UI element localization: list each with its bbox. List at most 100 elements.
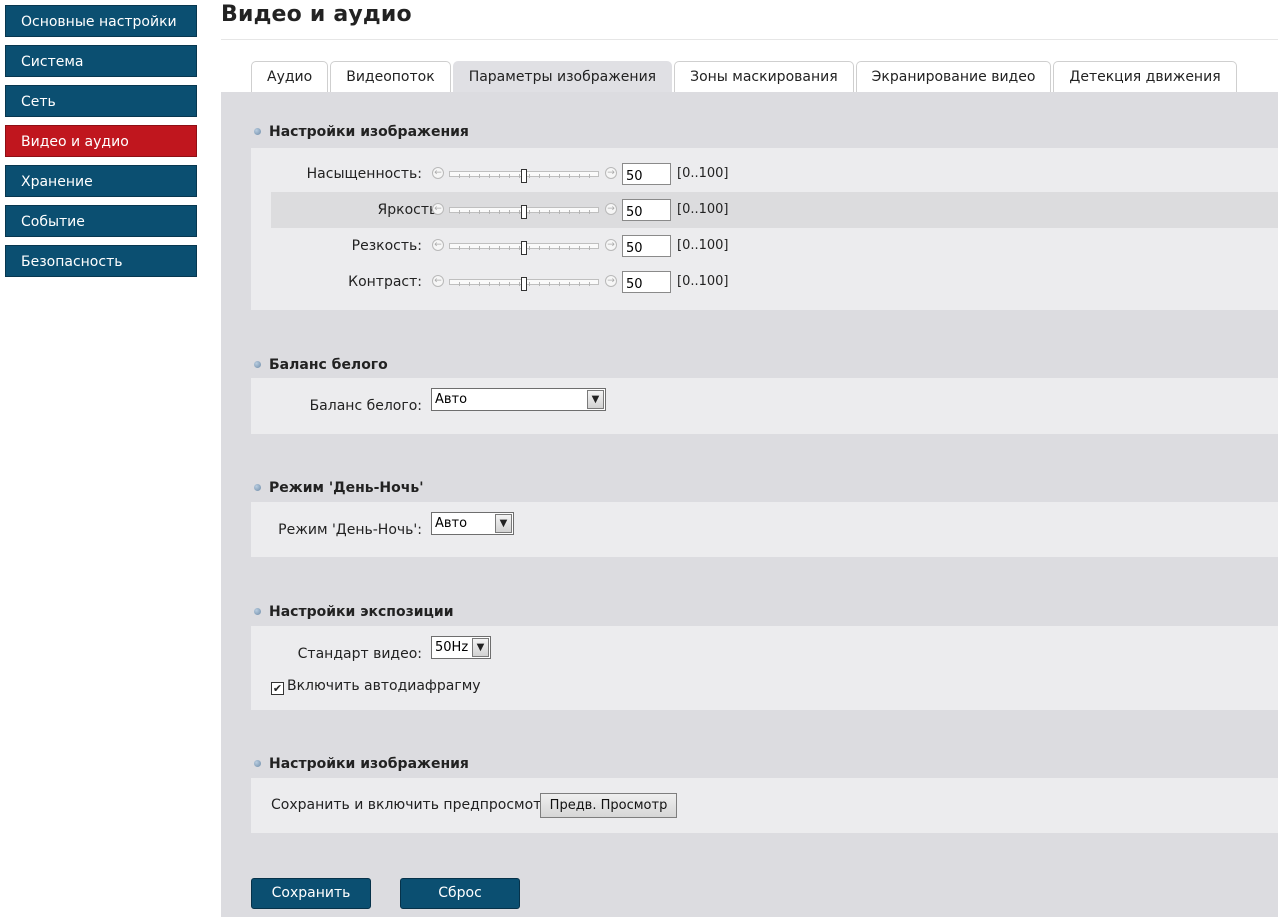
slider-track[interactable]	[449, 241, 599, 255]
slider-tick	[559, 246, 560, 250]
bullet-icon	[254, 128, 261, 135]
arrow-right-icon[interactable]: →	[605, 239, 617, 251]
brightness-input[interactable]	[622, 199, 671, 221]
slider-thumb[interactable]	[521, 241, 527, 255]
sidebar-item-event[interactable]: Событие	[5, 205, 197, 237]
sidebar-item-security[interactable]: Безопасность	[5, 245, 197, 277]
video-standard-label: Стандарт видео:	[297, 646, 422, 662]
page-title: Видео и аудио	[221, 2, 412, 27]
slider-tick	[539, 174, 540, 178]
slider-tick	[489, 282, 490, 286]
tab-video-stream[interactable]: Видеопоток	[330, 61, 451, 92]
slider-tick	[589, 282, 590, 286]
save-button[interactable]: Сохранить	[251, 878, 371, 909]
day-night-value: Авто	[435, 516, 468, 531]
saturation-input[interactable]	[622, 163, 671, 185]
day-night-row: Режим 'День-Ночь':	[251, 512, 1278, 548]
sidebar-item-basic-settings[interactable]: Основные настройки	[5, 5, 197, 37]
slider-tick	[569, 282, 570, 286]
exposure-panel: Стандарт видео: 50Hz ▼ ✔ Включить автодиа…	[251, 626, 1278, 710]
slider-tick	[569, 174, 570, 178]
arrow-left-icon[interactable]: ←	[432, 275, 444, 287]
arrow-right-icon[interactable]: →	[605, 275, 617, 287]
slider-tick	[499, 210, 500, 214]
slider-tick	[579, 282, 580, 286]
white-balance-label: Баланс белого:	[309, 398, 422, 414]
section-heading-text: Настройки изображения	[269, 756, 469, 772]
slider-tick	[529, 174, 530, 178]
white-balance-row: Баланс белого:	[251, 388, 1278, 424]
slider-row-brightness: Яркость: ← → [0..100]	[271, 192, 1278, 228]
slider-tick	[499, 174, 500, 178]
slider-thumb[interactable]	[521, 169, 527, 183]
sidebar-item-video-audio[interactable]: Видео и аудио	[5, 125, 197, 157]
arrow-right-icon[interactable]: →	[605, 203, 617, 215]
sharpness-input[interactable]	[622, 235, 671, 257]
slider-tick	[469, 246, 470, 250]
section-heading-preview: Настройки изображения	[252, 754, 469, 774]
chevron-down-icon[interactable]: ▼	[587, 390, 604, 409]
arrow-left-icon[interactable]: ←	[432, 167, 444, 179]
tab-privacy-masks[interactable]: Зоны маскирования	[674, 61, 854, 92]
chevron-down-icon[interactable]: ▼	[495, 514, 512, 533]
slider-track[interactable]	[449, 205, 599, 219]
slider-tick	[469, 282, 470, 286]
tab-video-overlay[interactable]: Экранирование видео	[855, 61, 1052, 92]
sidebar-item-system[interactable]: Система	[5, 45, 197, 77]
sharpness-slider[interactable]: ← →	[431, 237, 621, 255]
image-settings-panel: Насыщенность: ← → [0..100] Яркость: ← → …	[251, 148, 1278, 310]
tab-audio[interactable]: Аудио	[251, 61, 329, 92]
slider-thumb[interactable]	[521, 277, 527, 291]
day-night-select[interactable]: Авто ▼	[431, 512, 514, 535]
slider-tick	[589, 210, 590, 214]
slider-tick	[569, 210, 570, 214]
slider-tick	[559, 174, 560, 178]
chevron-down-icon[interactable]: ▼	[472, 638, 489, 657]
white-balance-select[interactable]: Авто ▼	[431, 388, 606, 411]
arrow-left-icon[interactable]: ←	[432, 239, 444, 251]
slider-tick	[499, 246, 500, 250]
video-standard-select[interactable]: 50Hz ▼	[431, 636, 491, 659]
contrast-label: Контраст:	[348, 274, 422, 290]
video-standard-value: 50Hz	[435, 640, 469, 655]
tab-image-parameters[interactable]: Параметры изображения	[452, 61, 673, 92]
slider-tick	[529, 210, 530, 214]
slider-tick	[469, 174, 470, 178]
tab-motion-detection[interactable]: Детекция движения	[1053, 61, 1237, 92]
sidebar-item-network[interactable]: Сеть	[5, 85, 197, 117]
arrow-right-icon[interactable]: →	[605, 167, 617, 179]
slider-tick	[589, 246, 590, 250]
contrast-slider[interactable]: ← →	[431, 273, 621, 291]
section-heading-text: Настройки экспозиции	[269, 604, 454, 620]
preview-button[interactable]: Предв. Просмотр	[540, 793, 677, 818]
brightness-slider[interactable]: ← →	[431, 201, 621, 219]
slider-tick	[559, 210, 560, 214]
bullet-icon	[254, 760, 261, 767]
section-heading-text: Настройки изображения	[269, 124, 469, 140]
white-balance-value: Авто	[435, 392, 468, 407]
section-heading-day-night: Режим 'День-Ночь'	[252, 478, 424, 498]
reset-button[interactable]: Сброс	[400, 878, 520, 909]
slider-tick	[489, 210, 490, 214]
contrast-range: [0..100]	[677, 274, 729, 289]
slider-track[interactable]	[449, 169, 599, 183]
sidebar-item-storage[interactable]: Хранение	[5, 165, 197, 197]
tab-bar: Аудио Видеопоток Параметры изображения З…	[251, 61, 1239, 92]
slider-tick	[509, 246, 510, 250]
saturation-range: [0..100]	[677, 166, 729, 181]
saturation-label: Насыщенность:	[306, 166, 422, 182]
slider-tick	[489, 174, 490, 178]
slider-tick	[549, 282, 550, 286]
arrow-left-icon[interactable]: ←	[432, 203, 444, 215]
slider-tick	[579, 210, 580, 214]
slider-tick	[469, 210, 470, 214]
slider-tick	[499, 282, 500, 286]
slider-tick	[549, 174, 550, 178]
slider-tick	[579, 174, 580, 178]
slider-track[interactable]	[449, 277, 599, 291]
slider-tick	[549, 246, 550, 250]
saturation-slider[interactable]: ← →	[431, 165, 621, 183]
slider-thumb[interactable]	[521, 205, 527, 219]
auto-iris-checkbox[interactable]: ✔	[271, 682, 284, 695]
contrast-input[interactable]	[622, 271, 671, 293]
